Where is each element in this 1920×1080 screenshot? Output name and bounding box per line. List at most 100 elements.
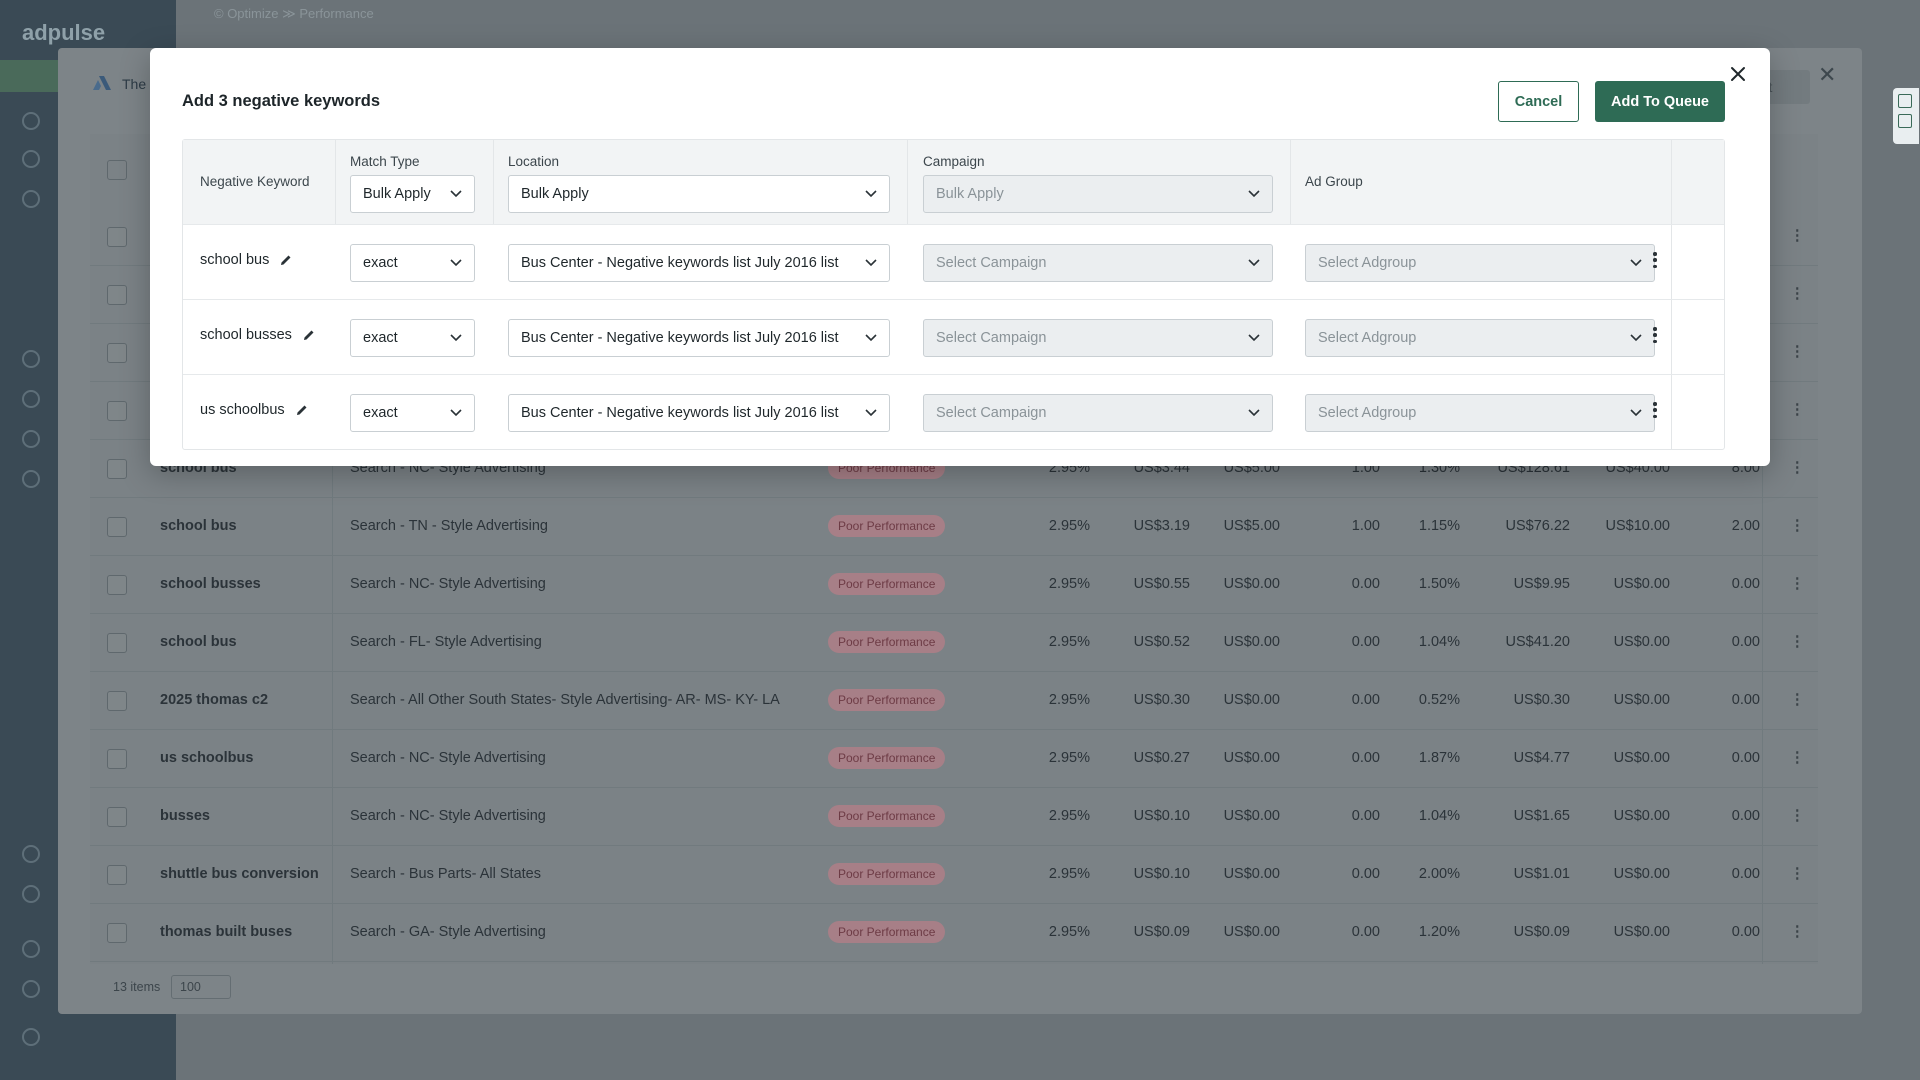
row-actions-icon[interactable]: ⋮ xyxy=(1790,228,1805,244)
dollar-icon[interactable] xyxy=(22,190,40,208)
drawer-close-icon[interactable]: ✕ xyxy=(1818,62,1836,88)
row-divider xyxy=(183,374,1724,375)
row-checkbox[interactable] xyxy=(107,923,127,943)
row-keyword: 2025 thomas c2 xyxy=(160,692,269,708)
row-menu-icon[interactable] xyxy=(1650,325,1660,345)
row-actions-icon[interactable]: ⋮ xyxy=(1790,402,1805,418)
chevron-down-icon xyxy=(1248,320,1262,356)
row-metric: 1.04% xyxy=(1418,634,1460,650)
table-row[interactable]: school bus Search - TN - Style Advertisin… xyxy=(90,498,1818,556)
row-checkbox[interactable] xyxy=(107,749,127,769)
bell-icon[interactable] xyxy=(22,430,40,448)
row-metric: 2.95% xyxy=(1048,576,1090,592)
row-checkbox[interactable] xyxy=(107,633,127,653)
row-actions-icon[interactable]: ⋮ xyxy=(1790,286,1805,302)
table-row[interactable]: school busses Search - NC- Style Advertis… xyxy=(90,556,1818,614)
row-actions-icon[interactable]: ⋮ xyxy=(1790,460,1805,476)
match-type-select[interactable]: exact xyxy=(350,244,475,282)
adgroup-select[interactable]: Select Adgroup xyxy=(1305,394,1655,432)
history-icon[interactable] xyxy=(22,940,40,958)
row-checkbox[interactable] xyxy=(107,575,127,595)
match-type-select[interactable]: exact xyxy=(350,319,475,357)
row-metric: 0.52% xyxy=(1418,692,1460,708)
edit-pencil-icon[interactable] xyxy=(279,253,293,267)
settings-icon[interactable] xyxy=(22,470,40,488)
bulk-campaign-select[interactable]: Bulk Apply xyxy=(923,175,1273,213)
row-checkbox[interactable] xyxy=(107,285,127,305)
eye-icon[interactable] xyxy=(22,390,40,408)
row-checkbox[interactable] xyxy=(107,459,127,479)
row-metric: US$0.00 xyxy=(1613,576,1670,592)
campaign-select[interactable]: Select Campaign xyxy=(923,394,1273,432)
row-divider xyxy=(183,224,1724,225)
cancel-button[interactable]: Cancel xyxy=(1498,81,1579,122)
row-keyword: busses xyxy=(160,808,210,824)
row-checkbox[interactable] xyxy=(107,517,127,537)
location-select[interactable]: Bus Center - Negative keywords list July… xyxy=(508,244,890,282)
row-checkbox[interactable] xyxy=(107,865,127,885)
row-actions-icon[interactable]: ⋮ xyxy=(1790,344,1805,360)
chart-icon[interactable] xyxy=(22,150,40,168)
bulk-location-select[interactable]: Bulk Apply xyxy=(508,175,890,213)
location-select[interactable]: Bus Center - Negative keywords list July… xyxy=(508,319,890,357)
edit-pencil-icon[interactable] xyxy=(295,403,309,417)
row-actions-icon[interactable]: ⋮ xyxy=(1790,866,1805,882)
select-all-checkbox[interactable] xyxy=(107,160,127,180)
billing-icon[interactable] xyxy=(22,885,40,903)
row-metric: 0.00 xyxy=(1351,576,1380,592)
row-menu-icon[interactable] xyxy=(1650,250,1660,270)
row-actions-icon[interactable]: ⋮ xyxy=(1790,576,1805,592)
row-actions-icon[interactable]: ⋮ xyxy=(1790,924,1805,940)
edit-note-icon[interactable] xyxy=(1898,114,1912,128)
target-icon[interactable] xyxy=(22,350,40,368)
row-checkbox[interactable] xyxy=(107,691,127,711)
row-checkbox[interactable] xyxy=(107,401,127,421)
table-row[interactable]: school bus Search - FL- Style Advertising… xyxy=(90,614,1818,672)
row-menu-icon[interactable] xyxy=(1650,400,1660,420)
location-value: Bus Center - Negative keywords list July… xyxy=(521,330,839,346)
table-row[interactable]: shuttle bus conversion Search - Bus Parts… xyxy=(90,846,1818,904)
row-metric: US$5.00 xyxy=(1223,518,1280,534)
row-metric: US$0.10 xyxy=(1133,866,1190,882)
close-icon[interactable] xyxy=(1726,62,1750,86)
status-badge: Poor Performance xyxy=(828,921,946,943)
row-checkbox[interactable] xyxy=(107,343,127,363)
table-row[interactable]: busses Search - NC- Style Advertising Poor… xyxy=(90,788,1818,846)
row-actions-icon[interactable]: ⋮ xyxy=(1790,808,1805,824)
table-row[interactable]: 2025 thomas c2 Search - All Other South S… xyxy=(90,672,1818,730)
clock-icon[interactable] xyxy=(22,112,40,130)
campaign-select[interactable]: Select Campaign xyxy=(923,244,1273,282)
table-row[interactable]: us schoolbus Search - NC- Style Advertisi… xyxy=(90,730,1818,788)
add-to-queue-button[interactable]: Add To Queue xyxy=(1595,81,1725,122)
user-icon[interactable] xyxy=(22,845,40,863)
adgroup-select[interactable]: Select Adgroup xyxy=(1305,244,1655,282)
docs-icon[interactable] xyxy=(22,980,40,998)
row-campaign: Search - TN - Style Advertising xyxy=(350,518,548,534)
chevron-down-icon xyxy=(1248,395,1262,431)
row-campaign: Search - Bus Parts- All States xyxy=(350,866,541,882)
row-actions-icon[interactable]: ⋮ xyxy=(1790,692,1805,708)
keyword-text: school bus xyxy=(200,252,270,268)
campaign-select[interactable]: Select Campaign xyxy=(923,319,1273,357)
adgroup-select[interactable]: Select Adgroup xyxy=(1305,319,1655,357)
add-note-icon[interactable] xyxy=(1898,94,1912,108)
campaign-value: Select Campaign xyxy=(936,255,1047,271)
match-type-select[interactable]: exact xyxy=(350,394,475,432)
chevron-down-icon xyxy=(865,245,879,281)
edit-pencil-icon[interactable] xyxy=(302,328,316,342)
location-select[interactable]: Bus Center - Negative keywords list July… xyxy=(508,394,890,432)
row-actions-icon[interactable]: ⋮ xyxy=(1790,518,1805,534)
row-metric: US$0.30 xyxy=(1133,692,1190,708)
page-size-select[interactable]: 100 xyxy=(171,975,231,999)
header-campaign: Campaign xyxy=(923,154,985,169)
row-actions-icon[interactable]: ⋮ xyxy=(1790,750,1805,766)
table-row[interactable]: thomas built buses Search - GA- Style Adv… xyxy=(90,904,1818,962)
row-metric: US$9.95 xyxy=(1513,576,1570,592)
row-actions-icon[interactable]: ⋮ xyxy=(1790,634,1805,650)
row-checkbox[interactable] xyxy=(107,227,127,247)
profile-icon[interactable] xyxy=(22,1028,40,1046)
row-checkbox[interactable] xyxy=(107,807,127,827)
row-metric: 1.15% xyxy=(1418,518,1460,534)
row-metric: US$0.00 xyxy=(1613,750,1670,766)
bulk-match-type-select[interactable]: Bulk Apply xyxy=(350,175,475,213)
